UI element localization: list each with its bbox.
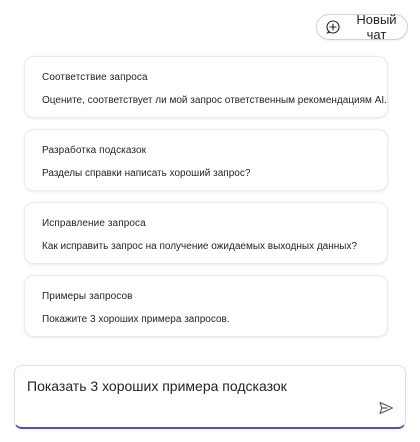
suggestion-list: Соответствие запроса Оцените, соответств… <box>24 56 388 348</box>
suggestion-description: Покажите 3 хороших примера запросов. <box>42 314 230 325</box>
chat-input-text[interactable]: Показать 3 хороших примера подсказок <box>27 378 287 394</box>
new-chat-label: Новый чат <box>356 12 397 42</box>
suggestion-card[interactable]: Примеры запросов Покажите 3 хороших прим… <box>24 275 388 337</box>
add-chat-icon <box>326 20 340 34</box>
suggestion-description: Оцените, соответствует ли мой запрос отв… <box>42 95 387 106</box>
suggestion-title: Соответствие запроса <box>42 72 148 83</box>
send-icon[interactable] <box>377 399 395 417</box>
suggestion-title: Разработка подсказок <box>42 145 147 156</box>
new-chat-button[interactable]: Новый чат <box>316 12 408 42</box>
chat-input[interactable]: Показать 3 хороших примера подсказок <box>14 365 406 429</box>
suggestion-title: Исправление запроса <box>42 218 146 229</box>
suggestion-card[interactable]: Соответствие запроса Оцените, соответств… <box>24 56 388 118</box>
suggestion-title: Примеры запросов <box>42 291 133 302</box>
suggestion-description: Разделы справки написать хороший запрос? <box>42 168 251 179</box>
suggestion-description: Как исправить запрос на получение ожидае… <box>42 241 358 252</box>
suggestion-card[interactable]: Исправление запроса Как исправить запрос… <box>24 202 388 264</box>
suggestion-card[interactable]: Разработка подсказок Разделы справки нап… <box>24 129 388 191</box>
